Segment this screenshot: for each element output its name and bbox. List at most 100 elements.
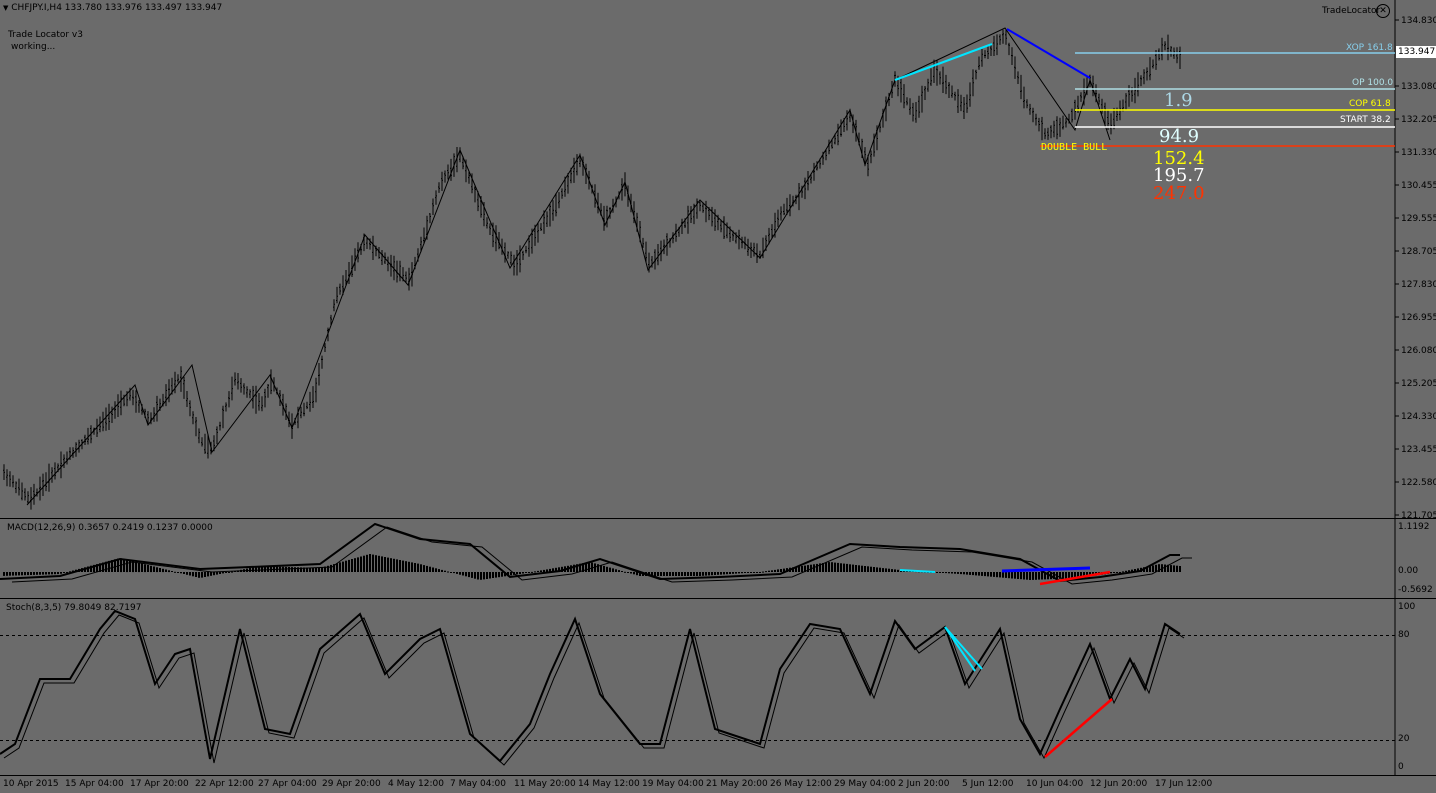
macd-histogram-bar: [201, 572, 203, 578]
macd-histogram-bar: [1155, 564, 1157, 572]
time-tick-label: 15 Apr 04:00: [65, 779, 124, 789]
macd-histogram-bar: [123, 559, 125, 572]
macd-histogram-bar: [177, 572, 179, 573]
macd-histogram-bar: [966, 572, 968, 575]
macd-histogram-bar: [372, 554, 374, 572]
macd-histogram-bar: [960, 572, 962, 575]
macd-histogram-bar: [375, 555, 377, 572]
macd-histogram-bar: [687, 572, 689, 576]
macd-chart[interactable]: [0, 519, 1436, 599]
macd-histogram-bar: [840, 563, 842, 572]
macd-histogram-bar: [228, 572, 230, 573]
macd-histogram-bar: [339, 562, 341, 572]
macd-histogram-bar: [774, 569, 776, 572]
macd-histogram-bar: [684, 572, 686, 576]
chart-window[interactable]: 134.830 133.080 132.205 131.330 130.455 129.5…: [0, 0, 1436, 793]
price-tick-label: 125.205: [1401, 379, 1436, 389]
time-tick-label: 4 May 12:00: [388, 779, 444, 789]
macd-histogram-bar: [1014, 572, 1016, 579]
projection-value: 1.9: [1164, 90, 1193, 111]
macd-histogram-bar: [408, 561, 410, 572]
macd-histogram-bar: [411, 562, 413, 572]
macd-histogram-bar: [444, 570, 446, 572]
macd-histogram-bar: [354, 558, 356, 572]
macd-histogram-bar: [888, 568, 890, 572]
macd-histogram-bar: [957, 572, 959, 574]
macd-histogram-bar: [1017, 572, 1019, 579]
price-chart[interactable]: 134.830 133.080 132.205 131.330 130.455 129.5…: [0, 0, 1436, 519]
macd-histogram-bar: [831, 562, 833, 572]
macd-histogram-bar: [660, 572, 662, 576]
macd-histogram-bar: [588, 562, 590, 572]
macd-histogram-bar: [627, 572, 629, 573]
macd-histogram-bar: [150, 565, 152, 573]
macd-histogram-bar: [609, 567, 611, 572]
macd-histogram-bar: [1008, 572, 1010, 579]
macd-histogram-bar: [429, 566, 431, 572]
macd-histogram-bar: [225, 572, 227, 573]
macd-histogram-bar: [1164, 564, 1166, 572]
macd-histogram-bar: [501, 572, 503, 577]
macd-histogram-bar: [366, 554, 368, 572]
stoch-chart[interactable]: [0, 599, 1436, 776]
macd-histogram-bar: [1110, 572, 1112, 574]
macd-histogram-bar: [153, 566, 155, 572]
level-label-start: START 38.2: [1340, 115, 1391, 125]
macd-histogram-bar: [15, 572, 17, 576]
macd-histogram-bar: [762, 571, 764, 573]
macd-histogram-bar: [948, 572, 950, 574]
time-tick-label: 19 May 04:00: [642, 779, 704, 789]
macd-histogram-bar: [987, 572, 989, 577]
macd-histogram-bar: [1179, 566, 1181, 572]
macd-histogram-bar: [663, 572, 665, 576]
macd-histogram-bar: [387, 557, 389, 572]
macd-histogram-bar: [486, 572, 488, 579]
price-pane[interactable]: 134.830 133.080 132.205 131.330 130.455 129.5…: [0, 0, 1436, 519]
macd-histogram-bar: [945, 572, 947, 574]
macd-histogram-bar: [321, 567, 323, 572]
macd-histogram-bar: [990, 572, 992, 577]
macd-histogram-bar: [312, 567, 314, 572]
macd-histogram-bar: [1038, 572, 1040, 580]
time-tick-label: 22 Apr 12:00: [195, 779, 254, 789]
macd-histogram-bar: [510, 572, 512, 576]
macd-histogram-bar: [459, 572, 461, 575]
macd-histogram-bar: [231, 571, 233, 573]
price-tick-label: 129.555: [1401, 214, 1436, 224]
stoch-pane[interactable]: Stoch(8,3,5) 79.8049 82.7197 100 80 20 0: [0, 599, 1436, 776]
indicator-status: working...: [11, 42, 56, 52]
dropdown-triangle-icon[interactable]: ▼: [3, 4, 8, 12]
macd-histogram-bar: [1041, 572, 1043, 580]
macd-histogram-bar: [315, 567, 317, 572]
price-tick-label: 126.080: [1401, 346, 1436, 356]
macd-histogram-bar: [393, 558, 395, 572]
stoch-main-line: [0, 609, 1181, 763]
time-tick-label: 14 May 12:00: [578, 779, 640, 789]
macd-histogram-bar: [771, 570, 773, 572]
macd-histogram-bar: [963, 572, 965, 575]
stoch-axis-20: 20: [1398, 734, 1410, 744]
macd-histogram-bar: [765, 571, 767, 573]
macd-histogram-bar: [936, 572, 938, 573]
macd-histogram-bar: [879, 567, 881, 572]
indicator-name: Trade Locator v3: [8, 30, 83, 40]
macd-histogram-bar: [342, 561, 344, 572]
macd-histogram-bar: [186, 572, 188, 575]
macd-histogram-bar: [420, 564, 422, 572]
price-tick-label: 128.705: [1401, 247, 1436, 257]
macd-pane[interactable]: MACD(12,26,9) 0.3657 0.2419 0.1237 0.000…: [0, 519, 1436, 599]
macd-histogram-bar: [735, 572, 737, 574]
macd-histogram-bar: [1173, 565, 1175, 572]
macd-histogram-bar: [702, 572, 704, 576]
macd-histogram-bar: [360, 556, 362, 572]
macd-histogram-bar: [417, 563, 419, 572]
macd-histogram-bar: [720, 572, 722, 575]
stoch-signal-line: [3, 614, 1185, 766]
macd-histogram-bar: [999, 572, 1001, 578]
macd-histogram-bar: [801, 566, 803, 572]
macd-histogram-bar: [1005, 572, 1007, 578]
macd-histogram-bar: [519, 572, 521, 574]
macd-histogram-bar: [192, 572, 194, 577]
close-icon[interactable]: ✕: [1376, 4, 1390, 18]
macd-histogram-bar: [597, 564, 599, 572]
